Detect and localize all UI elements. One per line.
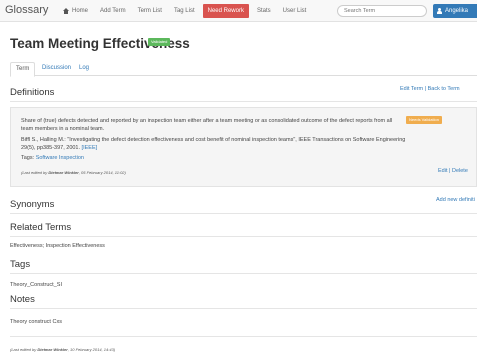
definition-edited-date: , 05 February 2014, 11:02) xyxy=(78,170,126,175)
brand-link[interactable]: Glossary xyxy=(5,4,48,16)
main-nav: Home Add Term Term List Tag List Need Re… xyxy=(57,0,312,22)
synonyms-heading: Synonyms xyxy=(10,199,55,210)
user-icon xyxy=(437,8,442,14)
nav-add-term[interactable]: Add Term xyxy=(94,0,132,22)
tag-link-theory-construct[interactable]: Theory_Construct_SI xyxy=(10,282,62,288)
top-navbar: Glossary Home Add Term Term List Tag Lis… xyxy=(0,0,477,22)
synonyms-divider xyxy=(10,213,477,214)
notes-heading: Notes xyxy=(10,294,35,305)
page-edited-by: Dietmar Winkler xyxy=(37,347,68,352)
nav-need-rework[interactable]: Need Rework xyxy=(202,4,249,18)
definition-edited-by: Dietmar Winkler xyxy=(48,170,79,175)
definition-last-edited: (Last edited by Dietmar Winkler, 05 Febr… xyxy=(21,170,126,175)
user-name: Angelika xyxy=(445,8,469,14)
definition-source-text: Biffl S., Halling M.: "Investigating the… xyxy=(21,137,406,151)
ieee-link[interactable]: [IEEE] xyxy=(82,145,98,151)
definition-text: Share of (true) defects detected and rep… xyxy=(21,118,393,132)
needs-validation-badge[interactable]: Needs Validation xyxy=(406,116,442,124)
delete-definition-link[interactable]: Delete xyxy=(452,168,468,174)
definition-card: Share of (true) defects detected and rep… xyxy=(10,107,477,187)
search-input[interactable] xyxy=(337,5,427,17)
related-terms-links[interactable]: Effectiveness; Inspection Effectiveness xyxy=(10,243,105,249)
tab-term[interactable]: Term xyxy=(10,62,36,77)
nav-home-label: Home xyxy=(72,8,89,14)
definition-actions: Edit | Delete xyxy=(438,168,468,174)
page-edited-prefix: (Last edited by xyxy=(10,347,38,352)
edit-term-link[interactable]: Edit Term xyxy=(400,86,423,92)
back-to-term-link[interactable]: Back to Term xyxy=(428,86,460,92)
definition-edited-prefix: (Last edited by xyxy=(21,170,49,175)
nav-term-list[interactable]: Term List xyxy=(132,0,168,22)
nav-user-list[interactable]: User List xyxy=(277,0,313,22)
nav-tag-list[interactable]: Tag List xyxy=(168,0,201,22)
user-menu-button[interactable]: Angelika xyxy=(433,4,477,18)
tab-discussion[interactable]: Discussion xyxy=(37,62,76,76)
term-links: Edit Term | Back to Term xyxy=(400,86,460,92)
notes-bottom-divider xyxy=(10,336,477,337)
related-terms-divider xyxy=(10,236,477,237)
definitions-divider xyxy=(10,101,477,102)
tag-link-software-inspection[interactable]: Software Inspection xyxy=(36,155,84,161)
notes-divider xyxy=(10,308,477,309)
page-edited-date: , 10 February 2014, 14:43) xyxy=(67,347,116,352)
nav-home[interactable]: Home xyxy=(57,0,94,22)
add-definition-link[interactable]: Add new definiti xyxy=(436,197,475,203)
tab-bar: Term Discussion Log xyxy=(10,62,477,77)
definitions-heading: Definitions xyxy=(10,87,55,98)
tab-log[interactable]: Log xyxy=(74,62,94,76)
definition-source: Biffl S., Halling M.: "Investigating the… xyxy=(21,136,406,152)
tags-divider xyxy=(10,273,477,274)
home-icon xyxy=(63,8,69,14)
tags-heading: Tags xyxy=(10,259,31,270)
definition-tags: Tags: Software Inspection xyxy=(21,155,84,161)
notes-text: Theory construct Cxs xyxy=(10,319,62,325)
status-badge: Validated xyxy=(148,38,171,46)
related-terms-heading: Related Terms xyxy=(10,222,72,233)
tags-label: Tags: xyxy=(21,155,36,161)
page-last-edited: (Last edited by Dietmar Winkler, 10 Febr… xyxy=(10,347,115,352)
nav-stats[interactable]: Stats xyxy=(251,0,277,22)
